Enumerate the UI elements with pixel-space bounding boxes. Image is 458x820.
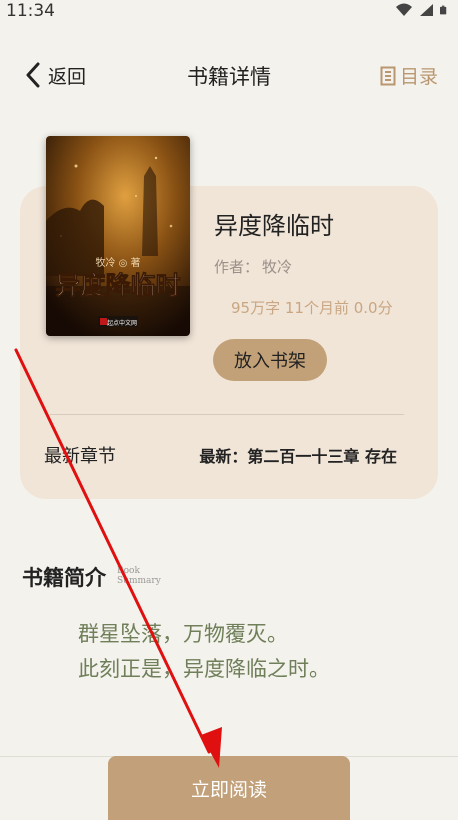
toc-button[interactable]: 目录 xyxy=(380,62,438,89)
author-name: 牧冷 xyxy=(262,258,293,276)
signal-icon xyxy=(420,4,433,16)
status-time: 11:34 xyxy=(6,1,55,21)
book-title: 异度降临时 xyxy=(214,212,334,240)
summary-text-line: 此刻正是，异度降临之时。 xyxy=(78,657,330,681)
book-cover-art: 牧冷 ◎ 著 异度降临时 起点中文网 xyxy=(46,136,190,336)
author-label: 作者： xyxy=(214,258,260,276)
add-to-shelf-button[interactable]: 放入书架 xyxy=(213,339,327,381)
summary-heading-english: Book Summary xyxy=(117,566,161,586)
book-list-icon xyxy=(380,66,396,85)
card-divider xyxy=(50,414,404,415)
cover-author-text: 牧冷 ◎ 著 xyxy=(95,256,140,269)
cover-publisher-text: 起点中文网 xyxy=(107,319,137,327)
book-meta: 95万字 11个月前 0.0分 xyxy=(231,299,393,317)
summary-heading: 书籍简介 xyxy=(22,565,106,590)
summary-text-line: 群星坠落，万物覆灭。 xyxy=(78,622,288,646)
status-icons xyxy=(396,3,450,17)
cover-title-text: 异度降临时 xyxy=(55,271,180,300)
latest-chapter-link[interactable]: 最新：第二百一十三章 存在 xyxy=(199,443,397,467)
toc-label: 目录 xyxy=(399,66,438,88)
wifi-icon xyxy=(396,3,412,16)
latest-chapter-label: 最新章节 xyxy=(44,446,116,467)
book-cover: 牧冷 ◎ 著 异度降临时 起点中文网 xyxy=(46,136,190,336)
battery-icon xyxy=(440,5,447,15)
read-now-button[interactable]: 立即阅读 xyxy=(108,756,350,820)
